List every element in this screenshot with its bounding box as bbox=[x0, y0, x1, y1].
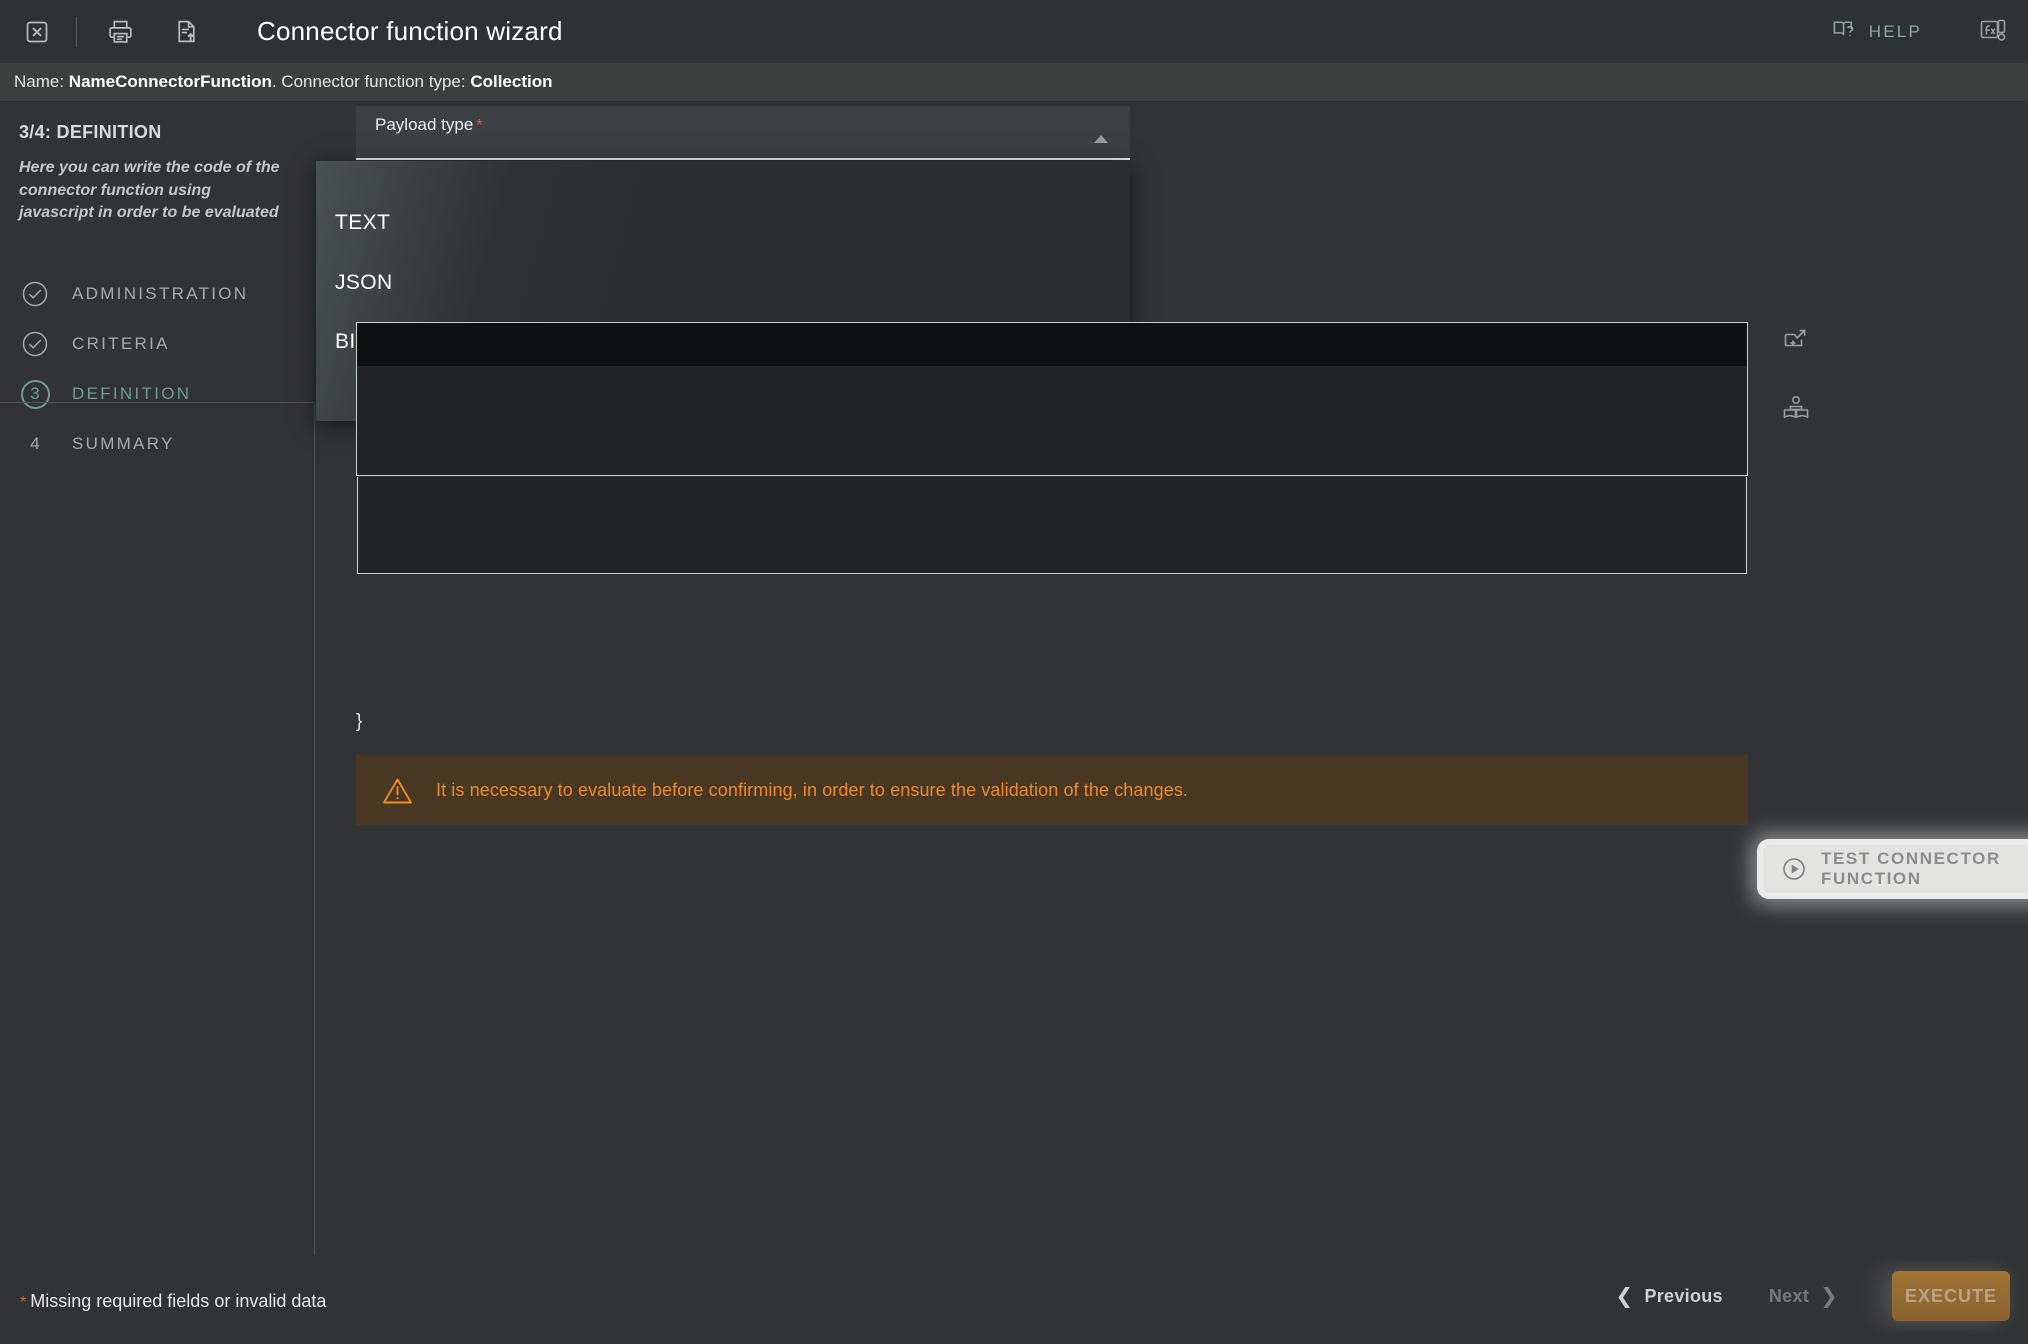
help-label: HELP bbox=[1868, 21, 1922, 41]
sidebar-step-header: 3/4: DEFINITION bbox=[19, 122, 162, 142]
fx-function-icon[interactable] bbox=[1978, 16, 2010, 48]
required-marker: * bbox=[20, 1294, 27, 1311]
warning-message: It is necessary to evaluate before confi… bbox=[436, 779, 1189, 800]
entity-summary-bar: Name: NameConnectorFunction. Connector f… bbox=[0, 63, 2028, 102]
toolbar-divider bbox=[76, 16, 77, 47]
type-value: Collection bbox=[470, 72, 553, 91]
dropdown-option-text[interactable]: TEXT bbox=[335, 211, 390, 235]
payload-type-select[interactable]: Payload type * bbox=[356, 106, 1130, 160]
chevron-left-icon: ❮ bbox=[1615, 1284, 1634, 1308]
validation-hint: * Missing required fields or invalid data bbox=[20, 1291, 326, 1312]
code-editor-lower[interactable] bbox=[357, 477, 1747, 574]
sidebar-item-administration[interactable]: ADMINISTRATION bbox=[0, 269, 315, 319]
chevron-up-icon[interactable] bbox=[1094, 135, 1108, 143]
code-closing-brace: } bbox=[356, 711, 363, 732]
execute-button[interactable]: EXECUTE bbox=[1892, 1271, 2010, 1321]
type-prefix: . Connector function type: bbox=[271, 72, 471, 91]
payload-type-label: Payload type * bbox=[375, 115, 483, 135]
test-connector-function-button[interactable]: TEST CONNECTOR FUNCTION bbox=[1763, 845, 2028, 893]
required-marker: * bbox=[476, 117, 483, 134]
previous-button[interactable]: ❮ Previous bbox=[1602, 1276, 1737, 1317]
footer-navigation: ❮ Previous Next ❯ EXECUTE bbox=[1602, 1271, 2010, 1321]
close-icon[interactable] bbox=[14, 9, 60, 55]
check-circle-icon bbox=[19, 278, 51, 310]
documentation-reader-icon[interactable] bbox=[1781, 393, 1813, 425]
sidebar-description: Here you can write the code of the conne… bbox=[19, 159, 280, 222]
next-button[interactable]: Next ❯ bbox=[1755, 1276, 1852, 1317]
play-circle-icon bbox=[1781, 856, 1807, 882]
entity-summary-text: Name: NameConnectorFunction. Connector f… bbox=[14, 72, 552, 92]
warning-triangle-icon bbox=[381, 774, 414, 807]
open-in-new-window-add-icon[interactable] bbox=[1781, 325, 1813, 357]
check-circle-icon bbox=[19, 328, 51, 360]
name-value: NameConnectorFunction bbox=[68, 72, 272, 91]
wizard-footer: * Missing required fields or invalid data… bbox=[0, 1255, 2028, 1344]
help-button[interactable]: HELP bbox=[1832, 17, 1922, 47]
sidebar-item-label: ADMINISTRATION bbox=[72, 284, 249, 304]
toolbar-right-group: HELP bbox=[1832, 16, 2028, 48]
print-icon[interactable] bbox=[97, 9, 143, 55]
validation-hint-text: Missing required fields or invalid data bbox=[30, 1291, 327, 1311]
sidebar-panel-outline bbox=[0, 402, 315, 1255]
evaluation-warning-banner: It is necessary to evaluate before confi… bbox=[356, 755, 1748, 825]
sidebar-item-criteria[interactable]: CRITERIA bbox=[0, 319, 315, 369]
dropdown-option-json[interactable]: JSON bbox=[335, 271, 393, 295]
payload-type-label-text: Payload type bbox=[375, 115, 474, 134]
help-book-icon bbox=[1832, 17, 1857, 47]
editor-side-actions bbox=[1781, 325, 1813, 425]
name-prefix: Name: bbox=[14, 72, 69, 91]
page-title: Connector function wizard bbox=[257, 16, 563, 46]
sidebar-item-label: CRITERIA bbox=[72, 334, 170, 354]
next-label: Next bbox=[1768, 1285, 1810, 1306]
test-connector-function-label: TEST CONNECTOR FUNCTION bbox=[1821, 849, 2001, 888]
chevron-right-icon: ❯ bbox=[1820, 1284, 1838, 1308]
window-toolbar: Connector function wizard HELP bbox=[0, 0, 2028, 63]
export-document-icon[interactable] bbox=[163, 9, 209, 55]
previous-label: Previous bbox=[1644, 1285, 1723, 1306]
code-editor-body[interactable] bbox=[356, 366, 1748, 476]
code-editor-active-line bbox=[356, 322, 1748, 366]
wizard-sidebar: 3/4: DEFINITION Here you can write the c… bbox=[0, 103, 315, 1255]
